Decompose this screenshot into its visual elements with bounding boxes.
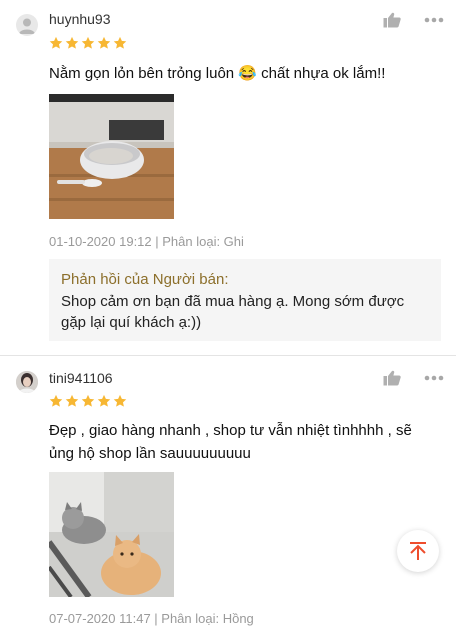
star-icon xyxy=(81,394,95,407)
star-icon xyxy=(65,36,79,49)
star-icon xyxy=(97,36,111,49)
review-item: huynhu93 Nằm gọn lỏn bên trỏng luôn 😂 ch… xyxy=(0,0,456,355)
avatar[interactable] xyxy=(16,371,38,393)
arrow-up-icon xyxy=(410,542,426,560)
seller-reply-title: Phản hồi của Người bán: xyxy=(61,271,229,288)
review-text: Nằm gọn lỏn bên trỏng luôn 😂 chất nhựa o… xyxy=(49,65,386,82)
review-meta: 01-10-2020 19:12 | Phân loại: Ghi xyxy=(49,234,244,249)
more-dots-icon[interactable] xyxy=(424,17,444,23)
seller-reply-text: Shop cảm ơn bạn đã mua hàng ạ. Mong sớm … xyxy=(61,293,405,331)
review-text: Đẹp , giao hàng nhanh , shop tư vẫn nhiệ… xyxy=(49,422,412,462)
star-icon xyxy=(113,36,127,49)
seller-reply: Phản hồi của Người bán: Shop cảm ơn bạn … xyxy=(49,259,441,341)
username[interactable]: tini941106 xyxy=(49,370,113,386)
star-icon xyxy=(113,394,127,407)
review-meta: 07-07-2020 11:47 | Phân loại: Hồng xyxy=(49,611,254,626)
star-icon xyxy=(97,394,111,407)
more-dots-icon[interactable] xyxy=(424,375,444,381)
star-icon xyxy=(81,36,95,49)
review-photo[interactable] xyxy=(49,94,174,219)
username[interactable]: huynhu93 xyxy=(49,11,111,27)
scroll-to-top-button[interactable] xyxy=(397,530,439,572)
rating-stars xyxy=(49,394,127,408)
review-item: tini941106 Đẹp , giao hàng nhanh , shop … xyxy=(0,356,456,640)
thumbs-up-icon[interactable] xyxy=(383,12,401,28)
star-icon xyxy=(49,394,63,407)
star-icon xyxy=(49,36,63,49)
thumbs-up-icon[interactable] xyxy=(383,370,401,386)
star-icon xyxy=(65,394,79,407)
review-photo[interactable] xyxy=(49,472,174,597)
rating-stars xyxy=(49,36,127,50)
avatar[interactable] xyxy=(16,14,38,36)
